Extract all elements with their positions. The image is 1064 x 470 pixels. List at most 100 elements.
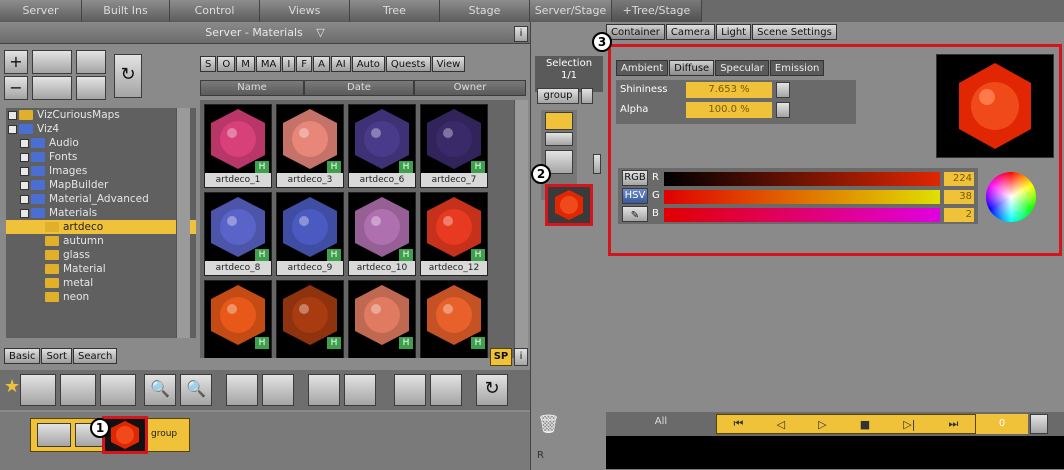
menu-server[interactable]: Server: [0, 0, 82, 22]
plus-button[interactable]: +: [4, 50, 28, 74]
timeline-track[interactable]: [606, 436, 1064, 469]
material-thumbnail[interactable]: Hartdeco_9: [276, 192, 344, 276]
material-thumbnail[interactable]: Hartdeco_12: [420, 192, 488, 276]
tab-search[interactable]: Search: [72, 348, 118, 364]
menu-tree[interactable]: Tree: [350, 0, 440, 22]
material-thumbnail[interactable]: Hartdeco_7: [420, 104, 488, 188]
step-forward-icon[interactable]: ▷|: [903, 418, 915, 431]
material-thumbnail[interactable]: Hartdeco_6: [348, 104, 416, 188]
hsv-mode-button[interactable]: HSV: [622, 188, 648, 204]
tree-item[interactable]: VizCuriousMaps: [6, 108, 196, 122]
skip-end-icon[interactable]: ⏭: [949, 417, 959, 431]
filter-tab[interactable]: O: [217, 56, 236, 72]
filter-tab[interactable]: Auto: [351, 56, 385, 72]
selection-material-highlight[interactable]: [545, 184, 593, 226]
rgb-mode-button[interactable]: RGB: [622, 170, 648, 186]
step-back-icon[interactable]: ◁: [777, 418, 785, 431]
tree-item[interactable]: Fonts: [6, 150, 196, 164]
material-thumbnail[interactable]: H: [420, 280, 488, 358]
tab-sort[interactable]: Sort: [41, 348, 72, 364]
tab-camera[interactable]: Camera: [665, 24, 716, 40]
tree-expand-icon[interactable]: [226, 374, 258, 406]
container-tool-icon[interactable]: [545, 112, 573, 130]
material-thumbnail[interactable]: Hartdeco_3: [276, 104, 344, 188]
g-slider[interactable]: [664, 190, 940, 204]
axis-tool-icon[interactable]: [545, 132, 573, 146]
tree-item[interactable]: MapBuilder: [6, 178, 196, 192]
shininess-stepper[interactable]: [776, 82, 790, 98]
tab-emission[interactable]: Emission: [769, 60, 825, 76]
tree-item[interactable]: Materials: [6, 206, 196, 220]
filter-tab[interactable]: MA: [255, 56, 282, 72]
tree-item[interactable]: Images: [6, 164, 196, 178]
material-thumbnail[interactable]: Hartdeco_1: [204, 104, 272, 188]
tab-diffuse[interactable]: Diffuse: [669, 60, 715, 76]
folder-add-icon[interactable]: [32, 76, 72, 100]
play-icon[interactable]: ▷: [818, 418, 826, 431]
tab-scene-settings[interactable]: Scene Settings: [752, 24, 837, 40]
column-name[interactable]: Name: [200, 80, 304, 96]
material-thumbnail[interactable]: H: [276, 280, 344, 358]
zoom-in-icon[interactable]: 🔍: [144, 374, 176, 406]
star-icon[interactable]: ★: [4, 376, 20, 404]
material-thumbnail[interactable]: Hartdeco_10: [348, 192, 416, 276]
tree-collapse-icon[interactable]: [262, 374, 294, 406]
filter-tab[interactable]: I: [282, 56, 296, 72]
sp-button[interactable]: SP: [490, 348, 512, 366]
selection-minus[interactable]: [581, 88, 593, 104]
tree-item[interactable]: artdeco: [6, 220, 196, 234]
menu-tree-stage[interactable]: +Tree/Stage: [612, 0, 702, 22]
group-icon[interactable]: [60, 374, 96, 406]
b-slider[interactable]: [664, 208, 940, 222]
refresh-icon[interactable]: ↻: [114, 54, 142, 98]
tab-light[interactable]: Light: [716, 24, 752, 40]
expand-icon[interactable]: [20, 152, 29, 162]
material-thumbnail[interactable]: Hartdeco_8: [204, 192, 272, 276]
tab-ambient[interactable]: Ambient: [616, 60, 669, 76]
menu-stage[interactable]: Stage: [440, 0, 530, 22]
alpha-input[interactable]: 100.0 %: [686, 102, 772, 118]
menu-server-stage[interactable]: Server/Stage: [530, 0, 612, 22]
material-thumbnail[interactable]: H: [204, 280, 272, 358]
filter-tab[interactable]: Quests: [385, 56, 431, 72]
tree-item[interactable]: Viz4: [6, 122, 196, 136]
selection-group[interactable]: group: [537, 88, 579, 104]
alpha-stepper[interactable]: [776, 102, 790, 118]
info-button-2[interactable]: i: [514, 348, 528, 366]
refresh-scene-icon[interactable]: ↻: [476, 374, 508, 406]
b-value[interactable]: 2: [944, 208, 974, 222]
filter-tab[interactable]: S: [200, 56, 217, 72]
tree-scrollbar[interactable]: [176, 108, 190, 338]
tab-container[interactable]: Container: [606, 24, 665, 40]
tab-basic[interactable]: Basic: [4, 348, 41, 364]
minus-button[interactable]: −: [4, 76, 28, 100]
tree-item[interactable]: autumn: [6, 234, 196, 248]
g-value[interactable]: 38: [944, 190, 974, 204]
filter-tab[interactable]: View: [431, 56, 466, 72]
color-wheel[interactable]: [986, 172, 1036, 222]
filter-tab[interactable]: M: [236, 56, 255, 72]
frame-stepper[interactable]: [1030, 414, 1048, 434]
expand-icon[interactable]: [20, 138, 29, 148]
properties-icon[interactable]: [430, 374, 462, 406]
zoom-out-icon[interactable]: 🔍: [180, 374, 212, 406]
tree-item[interactable]: Material: [6, 262, 196, 276]
filter-tab[interactable]: F: [296, 56, 313, 72]
r-slider[interactable]: [664, 172, 940, 186]
filter-tab[interactable]: AI: [330, 56, 351, 72]
material-node-highlight[interactable]: [102, 416, 148, 454]
material-thumbnail[interactable]: H: [348, 280, 416, 358]
folder-view-icon[interactable]: [32, 50, 72, 74]
timeline-all[interactable]: All: [636, 416, 686, 432]
menu-control[interactable]: Control: [170, 0, 260, 22]
expand-icon[interactable]: [20, 208, 29, 218]
filter-tab[interactable]: A: [313, 56, 330, 72]
tree-item[interactable]: neon: [6, 290, 196, 304]
frame-input[interactable]: 0: [976, 414, 1028, 434]
list-view-icon[interactable]: [76, 50, 106, 74]
column-owner[interactable]: Owner: [414, 80, 526, 96]
paste-icon[interactable]: [344, 374, 376, 406]
tree-item[interactable]: Material_Advanced: [6, 192, 196, 206]
menu-built-ins[interactable]: Built Ins: [82, 0, 170, 22]
skip-start-icon[interactable]: ⏮: [734, 417, 744, 431]
